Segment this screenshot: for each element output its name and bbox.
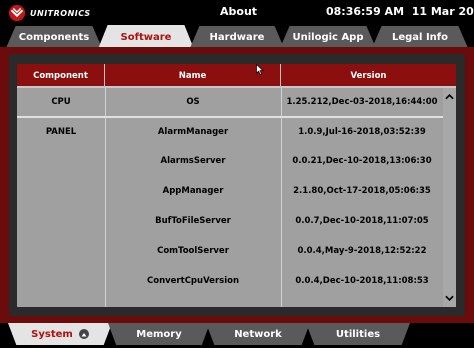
header-bar: UNITRONICS About 08:36:59 AM 11 Mar 2019	[0, 0, 474, 26]
table-cell-name[interactable]: ConvertCpuVersion	[105, 276, 281, 286]
top-tab-bar: Components Software Hardware Unilogic Ap…	[0, 25, 474, 49]
tab-unilogic-app[interactable]: Unilogic App	[280, 26, 376, 48]
column-header-component: Component	[17, 64, 105, 88]
table-cell-version: 0.0.7,Dec-10-2018,11:07:05	[295, 216, 429, 226]
mouse-cursor-icon	[256, 64, 264, 75]
date-display: 11 Mar 2019	[411, 5, 474, 18]
table-cell-version: 2.1.80,Oct-17-2018,05:06:35	[293, 186, 431, 196]
tab-memory[interactable]: Memory	[108, 323, 210, 345]
table-cell-name[interactable]: ComToolServer	[105, 246, 281, 256]
scroll-up-button[interactable]	[443, 90, 456, 102]
table-cell-component: PANEL	[45, 127, 77, 137]
chevron-up-icon	[445, 93, 454, 99]
tab-network[interactable]: Network	[206, 323, 310, 345]
bottom-tab-bar: System Memory Network Utilities	[0, 323, 474, 348]
scroll-down-button[interactable]	[443, 292, 456, 304]
table-cell-name[interactable]: AlarmManager	[105, 127, 281, 137]
tab-software[interactable]: Software	[98, 25, 194, 49]
column-header-version: Version	[350, 71, 387, 81]
brand-name: UNITRONICS	[30, 8, 91, 18]
software-table: Component Name Version CPU OS 1.25.212,D…	[17, 64, 456, 307]
column-divider	[281, 88, 282, 307]
time-display: 08:36:59 AM	[326, 5, 405, 18]
table-cell-version: 0.0.4,May-9-2018,12:52:22	[297, 246, 427, 256]
clock: 08:36:59 AM 11 Mar 2019	[326, 5, 474, 18]
unitronics-logo: UNITRONICS	[8, 4, 91, 22]
table-header: Component Name Version	[17, 64, 456, 88]
column-divider	[105, 88, 106, 307]
table-scrollbar[interactable]	[443, 88, 456, 307]
table-cell-name[interactable]: BufToFileServer	[105, 216, 281, 226]
table-cell-name[interactable]: OS	[105, 97, 281, 107]
chevron-up-icon	[78, 329, 89, 339]
tab-system[interactable]: System	[8, 323, 112, 345]
unitronics-logo-icon	[8, 4, 26, 22]
chevron-down-icon	[445, 295, 454, 301]
table-cell-name[interactable]: AppManager	[105, 186, 281, 196]
table-cell-version: 0.0.21,Dec-10-2018,13:06:30	[292, 156, 432, 166]
table-cell-version: 1.0.9,Jul-16-2018,03:52:39	[298, 127, 426, 137]
table-cell-version: 1.25.212,Dec-03-2018,16:44:00	[286, 97, 438, 107]
tab-components[interactable]: Components	[6, 26, 102, 48]
tab-hardware[interactable]: Hardware	[190, 26, 284, 48]
row-separator	[17, 116, 443, 118]
tab-system-label: System	[31, 328, 73, 340]
tab-utilities[interactable]: Utilities	[306, 323, 410, 345]
column-header-name: Name	[105, 64, 281, 88]
table-cell-name[interactable]: AlarmsServer	[105, 156, 281, 166]
table-cell-version: 0.0.4,Dec-10-2018,11:08:53	[295, 276, 429, 286]
about-title: About	[220, 5, 258, 18]
tab-legal-info[interactable]: Legal Info	[372, 26, 468, 48]
table-cell-component: CPU	[51, 97, 71, 107]
